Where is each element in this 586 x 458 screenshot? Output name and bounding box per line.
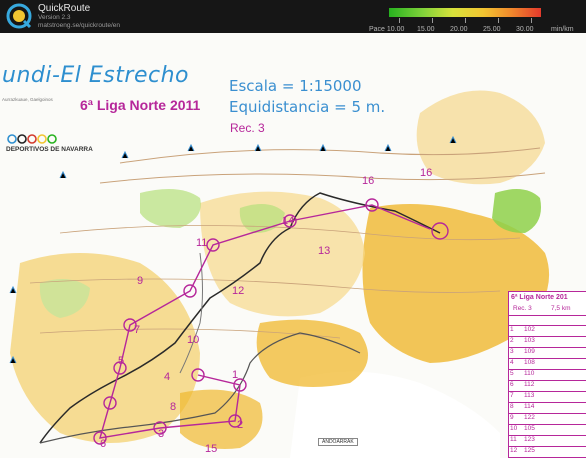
description-row: 7 113 bbox=[509, 391, 586, 402]
control-number: 8 bbox=[170, 401, 177, 413]
app-url[interactable]: matstroeng.se/quickroute/en bbox=[38, 22, 120, 29]
map-title: undi-El Estrecho bbox=[2, 63, 189, 88]
pace-label: 15.00 bbox=[417, 26, 435, 33]
control-number: 4 bbox=[164, 371, 171, 383]
control-number: 6 bbox=[100, 438, 107, 450]
app-version: Version 2.3 bbox=[38, 14, 71, 21]
description-row: 6 112 bbox=[509, 380, 586, 391]
map-legend-box: ANDOARRAK bbox=[318, 438, 358, 446]
control-number: 15 bbox=[205, 443, 218, 455]
description-row: 4 108 bbox=[509, 358, 586, 369]
control-number: 13 bbox=[318, 245, 331, 257]
pace-label: 25.00 bbox=[483, 26, 501, 33]
control-number: 5 bbox=[118, 355, 125, 367]
control-number: 14 bbox=[282, 215, 295, 227]
description-title: 6ª Liga Norte 201 bbox=[511, 294, 568, 301]
pace-color-scale bbox=[389, 8, 541, 17]
control-number: 3 bbox=[158, 428, 165, 440]
pace-label: 30.00 bbox=[516, 26, 534, 33]
control-number: 10 bbox=[187, 334, 200, 346]
app-name: QuickRoute bbox=[38, 3, 91, 14]
control-number: 1 bbox=[232, 369, 239, 381]
pace-label: 20.00 bbox=[450, 26, 468, 33]
app-header: QuickRoute Version 2.3 matstroeng.se/qui… bbox=[0, 0, 586, 33]
description-row: 11 123 bbox=[509, 435, 586, 446]
description-row: 1 102 bbox=[509, 325, 586, 336]
map-equidistance: Equidistancia = 5 m. bbox=[229, 98, 386, 116]
description-row: 2 103 bbox=[509, 336, 586, 347]
description-row: 10 105 bbox=[509, 424, 586, 435]
map-scale: Escala = 1:15000 bbox=[229, 77, 362, 95]
description-course: Rec. 3 bbox=[513, 305, 532, 312]
description-row: 9 122 bbox=[509, 413, 586, 424]
description-row: 12 125 bbox=[509, 446, 586, 457]
map-small-text: Aurrazkuaue, Gaelgoinos bbox=[2, 97, 53, 102]
pace-legend: Pace 10.00 15.00 20.00 25.00 30.00 min/k… bbox=[369, 8, 574, 33]
control-number: 11 bbox=[196, 237, 208, 249]
quickroute-logo-icon bbox=[6, 3, 32, 29]
control-number: 9 bbox=[137, 275, 144, 287]
description-row: 5 110 bbox=[509, 369, 586, 380]
description-row: 8 114 bbox=[509, 402, 586, 413]
control-number: 12 bbox=[232, 285, 245, 297]
control-number: 16 bbox=[362, 175, 375, 187]
control-number: 16 bbox=[420, 167, 433, 179]
control-description-sheet: 6ª Liga Norte 201 Rec. 3 7,5 km 1 102 2 10… bbox=[508, 291, 586, 458]
pace-unit-label: min/km bbox=[551, 26, 574, 33]
event-name: 6ª Liga Norte 2011 bbox=[80, 97, 201, 113]
pace-label: Pace 10.00 bbox=[369, 26, 405, 33]
orienteering-map-canvas[interactable]: undi-El Estrecho Escala = 1:15000 Equidi… bbox=[0, 33, 586, 458]
description-row: 3 109 bbox=[509, 347, 586, 358]
course-name: Rec. 3 bbox=[230, 121, 265, 135]
description-distance: 7,5 km bbox=[551, 305, 571, 312]
organizer-name: DEPORTIVOS DE NAVARRA bbox=[6, 146, 93, 153]
control-number: 2 bbox=[237, 419, 244, 431]
control-number: 7 bbox=[134, 324, 141, 336]
